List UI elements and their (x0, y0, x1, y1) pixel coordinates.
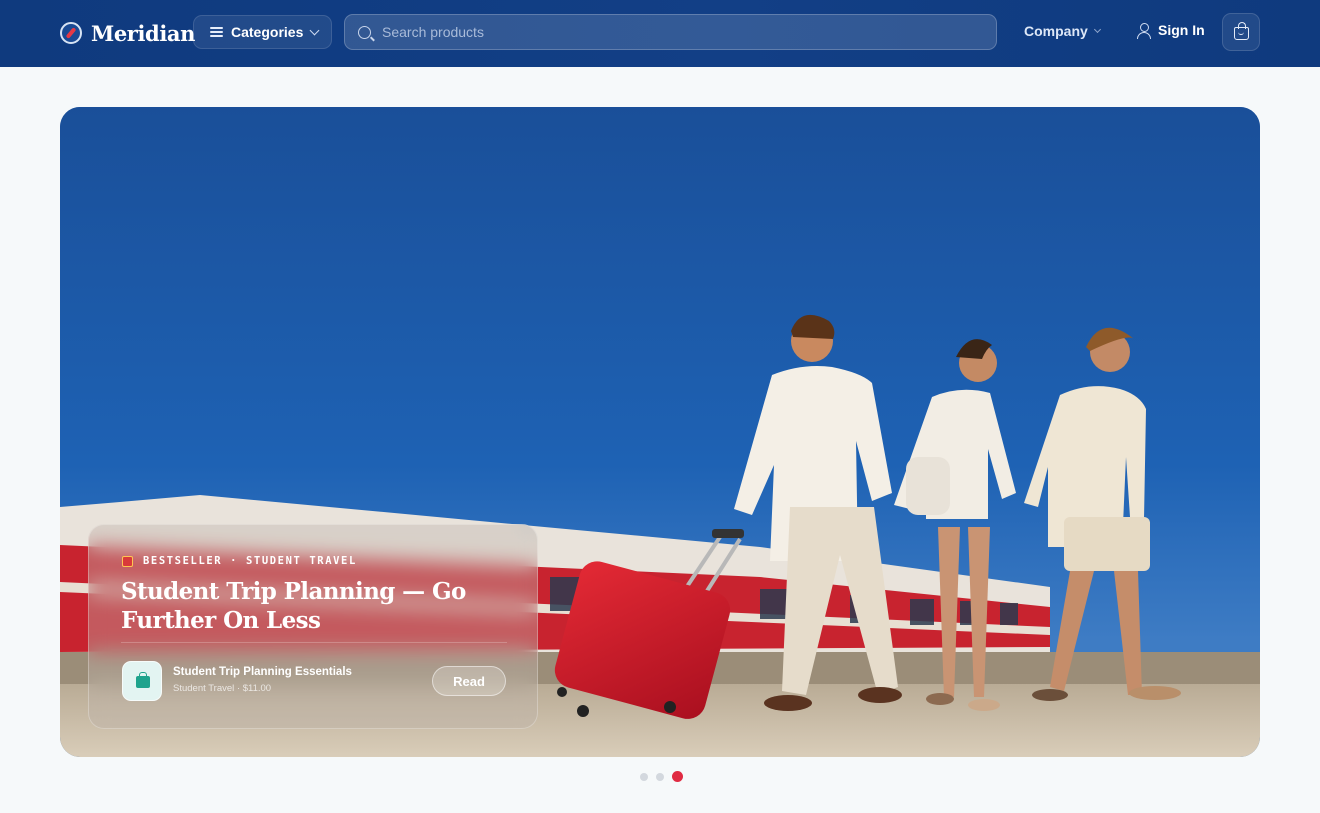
read-button[interactable]: Read (432, 666, 506, 696)
cart-button[interactable] (1222, 13, 1260, 51)
card-divider (121, 642, 507, 643)
menu-icon (210, 27, 223, 37)
carousel-dot-3-active[interactable] (672, 771, 683, 782)
product-meta: Student Travel · $11.00 (173, 683, 272, 694)
compass-icon (60, 22, 82, 44)
top-navigation-bar: Meridian Categories Company Sign In (0, 0, 1320, 67)
chevron-down-icon (1093, 25, 1101, 33)
company-menu[interactable]: Company (1024, 23, 1101, 39)
luggage-icon (136, 672, 150, 688)
hero-banner[interactable]: BESTSELLER · STUDENT TRAVEL Student Trip… (60, 107, 1260, 757)
book-icon (122, 555, 133, 567)
search-input[interactable] (382, 24, 972, 40)
chevron-down-icon (309, 25, 320, 35)
company-label: Company (1024, 23, 1088, 39)
sign-in-label: Sign In (1158, 22, 1205, 38)
brand-logo-link[interactable]: Meridian (60, 19, 195, 47)
eyebrow-text: BESTSELLER · STUDENT TRAVEL (143, 555, 357, 567)
user-icon (1137, 22, 1151, 39)
brand-name: Meridian (91, 20, 195, 46)
hero-title: Student Trip Planning — Go Further On Le… (121, 578, 466, 634)
carousel-dot-2[interactable] (656, 772, 664, 781)
shopping-bag-icon (1234, 22, 1249, 40)
eyebrow: BESTSELLER · STUDENT TRAVEL (122, 555, 357, 567)
carousel-dot-1[interactable] (640, 772, 648, 781)
categories-button[interactable]: Categories (193, 15, 332, 49)
search-icon (358, 25, 371, 39)
featured-product-card: BESTSELLER · STUDENT TRAVEL Student Trip… (88, 524, 538, 729)
carousel-indicators (640, 771, 683, 782)
search-bar (344, 14, 997, 50)
categories-label: Categories (231, 24, 304, 40)
product-name[interactable]: Student Trip Planning Essentials (173, 666, 352, 678)
product-thumbnail[interactable] (122, 661, 162, 701)
sign-in-link[interactable]: Sign In (1137, 22, 1205, 39)
